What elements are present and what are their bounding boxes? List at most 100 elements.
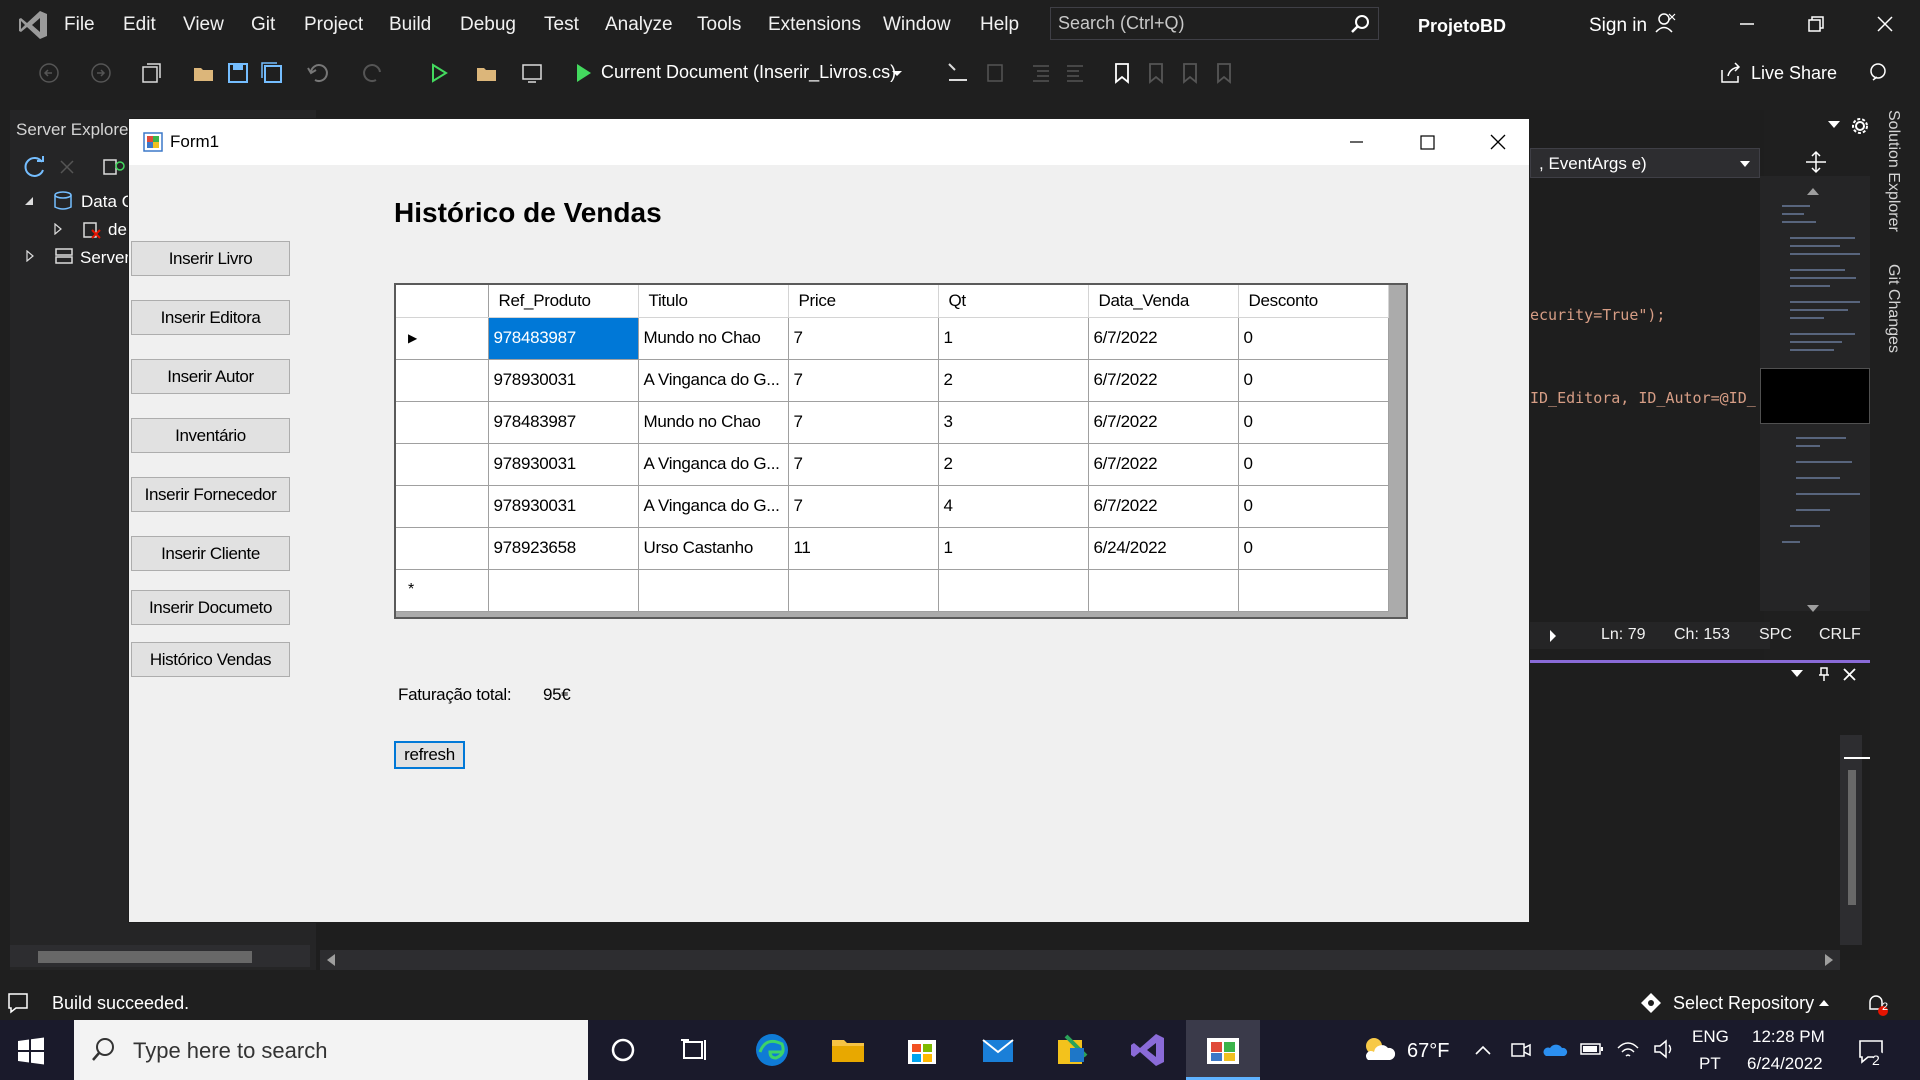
table-cell[interactable]: 978483987 <box>488 401 639 444</box>
ssms-icon[interactable] <box>1052 1030 1092 1070</box>
inserir-editora-button[interactable]: Inserir Editora <box>131 300 290 335</box>
table-row[interactable]: ▶ 978483987 Mundo no Chao 7 1 6/7/2022 0 <box>396 317 1389 360</box>
menu-view[interactable]: View <box>183 14 224 36</box>
whitespace-indicator[interactable]: SPC <box>1759 626 1792 644</box>
volume-icon[interactable] <box>1652 1038 1676 1060</box>
tree-item-db-connection[interactable]: de <box>108 220 127 240</box>
action-center-icon[interactable] <box>1856 1036 1886 1066</box>
input-locale[interactable]: PT <box>1699 1054 1721 1074</box>
undo-icon[interactable] <box>305 60 331 86</box>
back-icon[interactable] <box>36 60 62 86</box>
row-header[interactable] <box>396 443 489 486</box>
chevron-up-icon[interactable] <box>1474 1044 1492 1056</box>
menu-git[interactable]: Git <box>251 14 275 36</box>
menu-file[interactable]: File <box>64 14 95 36</box>
table-cell[interactable]: 1 <box>938 527 1089 570</box>
minimize-icon[interactable] <box>1733 12 1761 36</box>
close-icon[interactable] <box>1871 12 1899 36</box>
restore-icon[interactable] <box>1802 12 1830 36</box>
sales-datagrid[interactable]: Ref_Produto Titulo Price Qt Data_Venda Descon… <box>394 283 1408 619</box>
table-row[interactable]: 978923658 Urso Castanho 11 1 6/24/2022 0 <box>396 527 1389 570</box>
file-explorer-icon[interactable] <box>828 1030 868 1070</box>
menu-build[interactable]: Build <box>389 14 431 36</box>
new-project-icon[interactable] <box>138 60 164 86</box>
redo-icon[interactable] <box>360 60 386 86</box>
table-cell[interactable]: 0 <box>1238 485 1389 528</box>
winforms-app-icon[interactable] <box>1203 1030 1243 1070</box>
refresh-button[interactable]: refresh <box>394 741 465 769</box>
minimap-viewport[interactable] <box>1760 368 1870 424</box>
inserir-livro-button[interactable]: Inserir Livro <box>131 241 290 276</box>
row-header[interactable]: * <box>396 569 489 612</box>
tree-item-servers[interactable]: Server <box>80 248 130 268</box>
table-cell[interactable] <box>1238 569 1389 612</box>
vs-search-box[interactable]: Search (Ctrl+Q) <box>1050 7 1379 40</box>
clear-bookmarks-icon[interactable] <box>1211 60 1237 86</box>
table-cell[interactable]: 4 <box>938 485 1089 528</box>
gear-icon[interactable] <box>1851 117 1869 135</box>
git-icon[interactable] <box>1640 992 1662 1014</box>
table-cell[interactable]: 7 <box>788 443 939 486</box>
visual-studio-icon[interactable] <box>1128 1030 1168 1070</box>
table-cell[interactable]: 6/7/2022 <box>1088 359 1239 402</box>
table-cell[interactable] <box>1088 569 1239 612</box>
inserir-cliente-button[interactable]: Inserir Cliente <box>131 536 290 571</box>
save-all-icon[interactable] <box>259 60 285 86</box>
table-cell[interactable]: Mundo no Chao <box>638 401 789 444</box>
expanded-arrow-icon[interactable] <box>22 194 36 208</box>
scroll-left-icon[interactable] <box>324 952 338 968</box>
clock-date[interactable]: 6/24/2022 <box>1747 1054 1823 1074</box>
split-editor-icon[interactable] <box>1804 150 1828 174</box>
bookmark-icon[interactable] <box>1109 60 1135 86</box>
feedback-icon[interactable] <box>1865 60 1891 86</box>
table-cell[interactable]: 2 <box>938 443 1089 486</box>
input-language[interactable]: ENG <box>1692 1027 1729 1047</box>
menu-tools[interactable]: Tools <box>697 14 741 36</box>
column-header[interactable]: Qt <box>938 285 1089 318</box>
table-cell[interactable]: 6/7/2022 <box>1088 317 1239 360</box>
column-header[interactable]: Price <box>788 285 939 318</box>
scrollbar-thumb[interactable] <box>38 951 252 963</box>
table-cell[interactable]: 978930031 <box>488 359 639 402</box>
edge-icon[interactable] <box>752 1030 792 1070</box>
server-explorer-tab[interactable]: Server Explore <box>16 120 128 140</box>
prev-bookmark-icon[interactable] <box>1143 60 1169 86</box>
cortana-icon[interactable] <box>603 1030 643 1070</box>
browser-link-icon[interactable] <box>519 60 545 86</box>
open-folder-icon[interactable] <box>191 60 217 86</box>
maximize-icon[interactable] <box>1415 130 1439 154</box>
column-header[interactable]: Titulo <box>638 285 789 318</box>
menu-help[interactable]: Help <box>980 14 1019 36</box>
table-cell[interactable] <box>788 569 939 612</box>
scroll-down-icon[interactable] <box>1806 604 1820 614</box>
line-indicator[interactable]: Ln: 79 <box>1601 626 1645 644</box>
menu-project[interactable]: Project <box>304 14 363 36</box>
live-share-button[interactable]: Live Share <box>1751 63 1837 84</box>
outdent-icon[interactable] <box>1062 60 1088 86</box>
wifi-icon[interactable] <box>1616 1038 1640 1060</box>
inserir-fornecedor-button[interactable]: Inserir Fornecedor <box>131 477 290 512</box>
onedrive-icon[interactable] <box>1542 1040 1568 1058</box>
task-view-icon[interactable] <box>675 1030 715 1070</box>
table-cell[interactable]: A Vinganca do G... <box>638 485 789 528</box>
minimize-icon[interactable] <box>1344 130 1368 154</box>
scrollbar-thumb[interactable] <box>1848 770 1856 905</box>
live-share-icon[interactable] <box>1718 60 1744 86</box>
battery-icon[interactable] <box>1580 1042 1604 1056</box>
git-changes-tab[interactable]: Git Changes <box>1884 264 1902 353</box>
form1-titlebar[interactable]: Form1 <box>129 119 1529 165</box>
table-cell[interactable]: 0 <box>1238 317 1389 360</box>
table-cell[interactable]: 7 <box>788 359 939 402</box>
table-cell[interactable]: 0 <box>1238 443 1389 486</box>
table-cell[interactable]: A Vinganca do G... <box>638 359 789 402</box>
chevron-down-icon[interactable] <box>1826 118 1842 130</box>
start-without-debugging-icon[interactable] <box>426 60 452 86</box>
account-icon[interactable] <box>1654 12 1676 34</box>
table-cell[interactable]: 7 <box>788 317 939 360</box>
column-header[interactable]: Data_Venda <box>1088 285 1239 318</box>
collapsed-arrow-icon[interactable] <box>24 250 36 262</box>
member-dropdown[interactable]: , EventArgs e) <box>1530 148 1760 178</box>
historico-vendas-button[interactable]: Histórico Vendas <box>131 642 290 677</box>
char-indicator[interactable]: Ch: 153 <box>1674 626 1730 644</box>
table-cell[interactable]: 6/7/2022 <box>1088 485 1239 528</box>
